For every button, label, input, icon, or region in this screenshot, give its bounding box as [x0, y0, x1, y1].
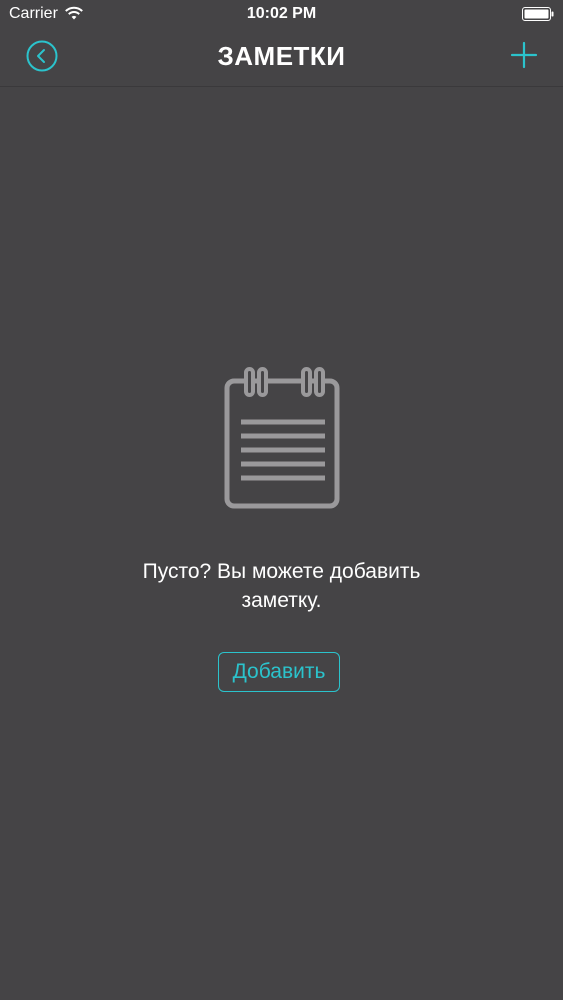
status-bar: Carrier 10:02 PM	[0, 0, 563, 28]
plus-icon[interactable]	[510, 41, 538, 69]
status-time: 10:02 PM	[246, 5, 317, 22]
empty-state-message: Пусто? Вы можете добавить заметку.	[60, 557, 503, 615]
empty-message-line-2: заметку.	[241, 589, 322, 612]
page-title: ЗАМЕТКИ	[217, 41, 346, 71]
battery-icon	[522, 7, 554, 21]
notepad-icon	[224, 367, 340, 509]
empty-message-line-1: Пусто? Вы можете добавить	[142, 560, 421, 583]
add-note-button[interactable]: Добавить	[218, 652, 340, 692]
navigation-bar: ЗАМЕТКИ	[0, 28, 563, 87]
